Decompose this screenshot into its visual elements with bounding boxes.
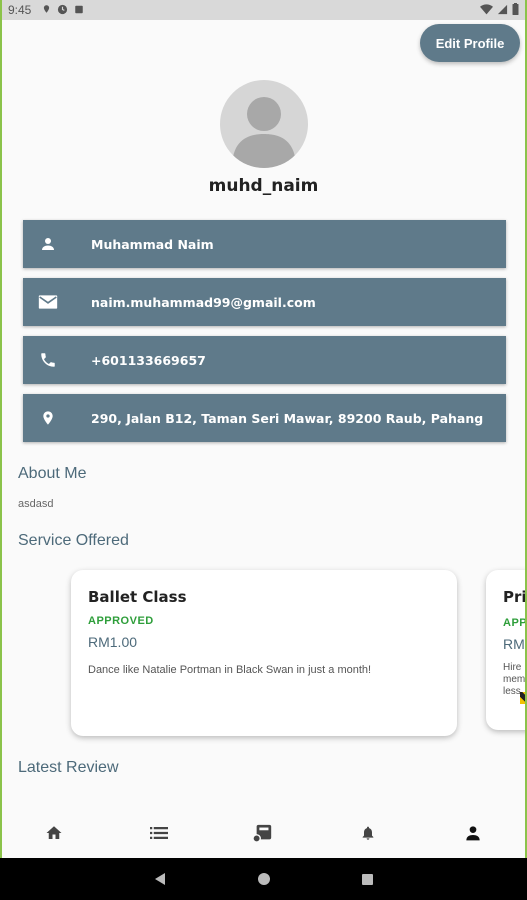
- about-me-heading: About Me: [18, 465, 87, 482]
- signal-icon: [497, 4, 508, 14]
- service-card-price: RM5: [503, 636, 525, 652]
- nav-list[interactable]: [129, 813, 189, 853]
- service-card[interactable]: Ballet Class APPROVED RM1.00 Dance like …: [71, 570, 457, 736]
- phone-icon: [23, 351, 73, 369]
- battery-icon: [512, 3, 519, 15]
- nav-notifications[interactable]: [338, 813, 398, 853]
- service-card[interactable]: Priv APPR RM5 Hire mem less: [486, 570, 525, 730]
- wifi-icon: [480, 3, 493, 14]
- person-icon: [23, 235, 73, 253]
- edit-profile-button[interactable]: Edit Profile: [420, 24, 520, 62]
- info-row-email: naim.muhammad99@gmail.com: [23, 278, 506, 326]
- location-pin-icon: [23, 408, 73, 428]
- system-navigation-bar: [0, 858, 527, 900]
- list-icon: [149, 827, 168, 839]
- back-icon[interactable]: [153, 872, 167, 886]
- service-card-description-line: mem: [503, 674, 525, 685]
- info-phone-text: +601133669657: [91, 352, 206, 368]
- nav-profile[interactable]: [443, 813, 503, 853]
- person-silhouette-icon: [232, 97, 296, 168]
- service-offered-heading: Service Offered: [18, 532, 129, 549]
- service-card-status: APPR: [503, 617, 525, 629]
- service-card-title: Priv: [503, 588, 525, 606]
- services-icon: [252, 824, 272, 843]
- info-email-text: naim.muhammad99@gmail.com: [91, 294, 316, 310]
- status-right-icons: [480, 3, 519, 15]
- profile-username: muhd_naim: [208, 176, 319, 196]
- app-screen: 9:45 Edit Profile muhd_naim Muhammad Nai…: [2, 0, 525, 858]
- latest-review-heading: Latest Review: [18, 759, 119, 776]
- email-icon: [23, 294, 73, 310]
- about-me-text: asdasd: [18, 498, 54, 510]
- service-card-status: APPROVED: [88, 615, 154, 627]
- info-address-text: 290, Jalan B12, Taman Seri Mawar, 89200 …: [91, 410, 484, 426]
- info-row-phone: +601133669657: [23, 336, 506, 384]
- location-status-icon: [43, 5, 50, 13]
- bottom-navigation: [2, 808, 525, 858]
- notifications-icon: [362, 826, 374, 840]
- status-bar: 9:45: [2, 0, 525, 20]
- service-card-description-line: Hire: [503, 662, 522, 673]
- status-left-icons: [42, 3, 84, 15]
- home-button-icon[interactable]: [257, 872, 271, 886]
- service-card-description: Dance like Natalie Portman in Black Swan…: [88, 664, 372, 676]
- status-time: 9:45: [8, 3, 32, 17]
- profile-icon: [466, 826, 480, 841]
- debug-overflow-stripe: [520, 692, 525, 704]
- service-card-price: RM1.00: [88, 634, 138, 650]
- recents-icon[interactable]: [361, 873, 374, 886]
- service-card-title: Ballet Class: [88, 588, 187, 606]
- sync-status-icon: [57, 4, 68, 14]
- avatar: [220, 80, 308, 168]
- storage-status-icon: [75, 5, 83, 13]
- nav-services[interactable]: [233, 813, 293, 853]
- nav-home[interactable]: [24, 813, 84, 853]
- info-name-text: Muhammad Naim: [91, 236, 214, 252]
- info-row-address: 290, Jalan B12, Taman Seri Mawar, 89200 …: [23, 394, 506, 442]
- home-icon: [46, 826, 62, 839]
- info-row-name: Muhammad Naim: [23, 220, 506, 268]
